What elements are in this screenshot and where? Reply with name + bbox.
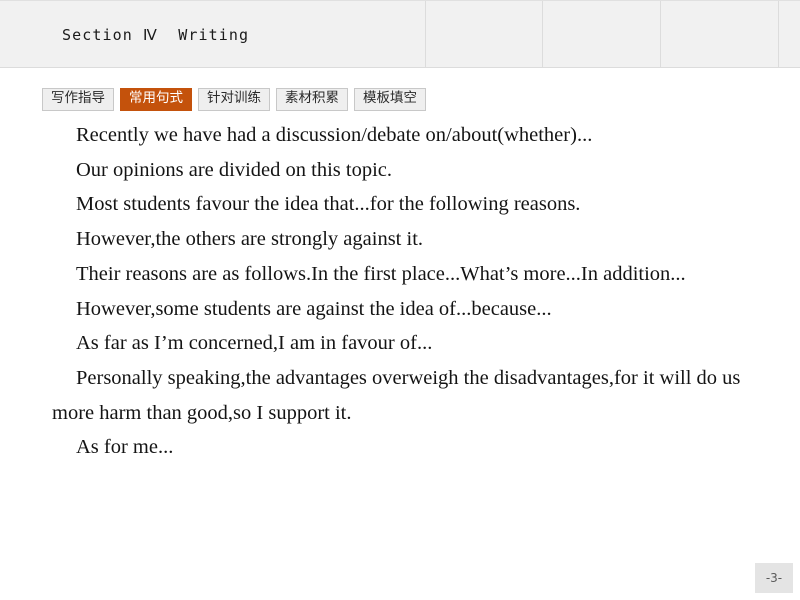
- header-divider-3: [660, 1, 661, 68]
- page-number-badge: -3-: [755, 563, 793, 593]
- tab-material-accumulation[interactable]: 素材积累: [276, 88, 348, 111]
- header-banner: Section Ⅳ Writing: [0, 0, 800, 68]
- page-title: Section Ⅳ Writing: [62, 26, 250, 44]
- tab-writing-guidance[interactable]: 写作指导: [42, 88, 114, 111]
- sentence-line: As far as I’m concerned,I am in favour o…: [76, 332, 433, 355]
- sentence-line: Personally speaking,the advantages overw…: [52, 366, 746, 424]
- header-divider-1: [425, 1, 426, 68]
- sentence-line: Most students favour the idea that...for…: [76, 193, 581, 216]
- sentence-line: Recently we have had a discussion/debate…: [76, 124, 593, 146]
- tab-template-fill-in[interactable]: 模板填空: [354, 88, 426, 111]
- tab-strip: 写作指导 常用句式 针对训练 素材积累 模板填空: [42, 88, 426, 111]
- sentence-line: However,some students are against the id…: [76, 297, 552, 320]
- tab-common-sentence-patterns[interactable]: 常用句式: [120, 88, 192, 111]
- sentence-line: Our opinions are divided on this topic.: [76, 158, 392, 181]
- tab-targeted-training[interactable]: 针对训练: [198, 88, 270, 111]
- content-body: Recently we have had a discussion/debate…: [0, 118, 800, 465]
- sentence-line: However,the others are strongly against …: [76, 228, 424, 251]
- header-divider-2: [542, 1, 543, 68]
- header-divider-4: [778, 1, 779, 68]
- sentence-line: As for me...: [76, 436, 174, 459]
- sentence-line: Their reasons are as follows.In the firs…: [76, 262, 686, 285]
